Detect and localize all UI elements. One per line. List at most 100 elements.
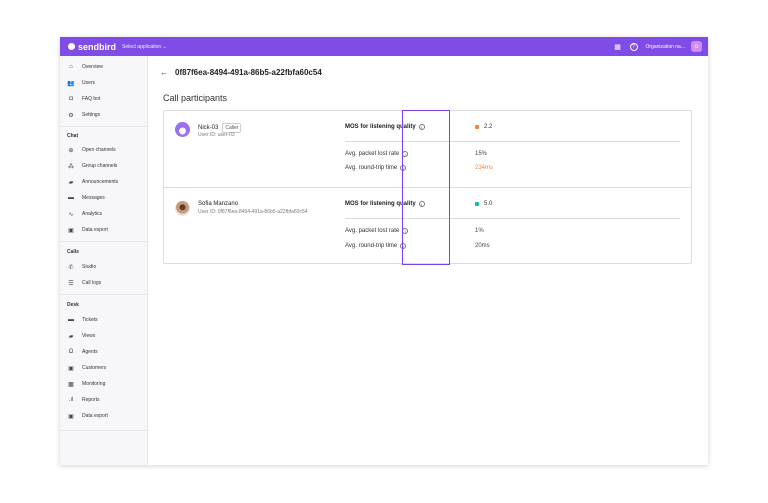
bar-chart-icon: .ıl: [68, 397, 74, 403]
application-selector[interactable]: Select application ⌄: [122, 44, 167, 50]
sidebar-item-data-export[interactable]: ▣ Data export: [60, 224, 148, 236]
bot-icon: ◘: [69, 96, 73, 102]
sidebar-item-analytics[interactable]: ∿ Analytics: [60, 208, 148, 220]
sidebar-item-label: Open channels: [82, 147, 116, 153]
packet-lost-label: Avg. packet lost rate i: [345, 151, 409, 157]
sidebar-item-label: Agents: [82, 349, 98, 355]
participant-name-text: Sofia Manzano: [198, 201, 239, 207]
analytics-icon: ∿: [68, 211, 74, 218]
mos-value: 2.2: [475, 124, 492, 130]
sidebar-item-monitoring[interactable]: ▩ Monitoring: [60, 378, 148, 390]
brand-name: sendbird: [78, 41, 117, 52]
sidebar-item-label: Studio: [82, 264, 97, 270]
round-trip-value: 234ms: [475, 165, 494, 171]
sidebar-item-label: Call logs: [82, 280, 102, 286]
sidebar-item-label: Analytics: [82, 211, 103, 217]
sidebar-item-label: Data export: [82, 413, 108, 419]
sidebar-divider: [60, 430, 148, 431]
organization-name[interactable]: Organization na...: [646, 44, 685, 50]
breadcrumb: ← 0f87f6ea-8494-491a-86b5-a22fbfa60c54: [160, 68, 322, 77]
packet-lost-label-text: Avg. packet lost rate: [345, 228, 400, 234]
sidebar-divider: [60, 126, 148, 127]
sidebar-item-customers[interactable]: ▣ Customers: [60, 362, 148, 374]
topbar-actions: ▦ ? Organization na... ☺: [614, 37, 702, 56]
list-icon: ☰: [68, 280, 74, 287]
participant-user-id: User ID: user-03: [198, 132, 235, 138]
round-trip-label: Avg. round-trip time i: [345, 165, 407, 171]
home-icon: ⌂: [69, 64, 73, 70]
export-icon: ▣: [68, 413, 74, 420]
sidebar-section-calls: Calls: [67, 249, 79, 255]
help-icon[interactable]: ?: [629, 42, 638, 51]
sidebar-item-call-logs[interactable]: ☰ Call logs: [60, 277, 148, 289]
participant-name: Sofia Manzano: [198, 201, 238, 207]
arrow-left-icon[interactable]: ←: [160, 68, 168, 77]
packet-lost-value: 15%: [475, 151, 488, 157]
sidebar-item-label: Reports: [82, 397, 100, 403]
mos-value-text: 2.2: [484, 124, 493, 130]
monitor-icon: ▩: [68, 381, 74, 388]
sidebar-item-users[interactable]: 👥 Users: [60, 77, 148, 89]
sidebar-item-faq-bot[interactable]: ◘ FAQ bot: [60, 93, 148, 105]
sidebar-item-label: Group channels: [82, 163, 118, 169]
sidebar: ⌂ Overview 👥 Users ◘ FAQ bot ⚙ Settings …: [60, 56, 148, 465]
group-channels-icon: ⁂: [68, 163, 74, 170]
avatar: [175, 201, 190, 216]
round-trip-label-text: Avg. round-trip time: [345, 243, 398, 249]
sidebar-item-desk-data-export[interactable]: ▣ Data export: [60, 410, 148, 422]
sidebar-section-chat: Chat: [67, 133, 79, 139]
sidebar-item-studio[interactable]: ✆ Studio: [60, 261, 148, 273]
headset-icon: Ω: [68, 349, 74, 355]
megaphone-icon: ▰: [68, 179, 74, 186]
sidebar-item-label: Customers: [82, 365, 107, 371]
sidebar-item-overview[interactable]: ⌂ Overview: [60, 61, 148, 73]
sidebar-item-label: Views: [82, 333, 96, 339]
sidebar-item-tickets[interactable]: ▬ Tickets: [60, 314, 148, 326]
mos-value-text: 5.0: [484, 201, 493, 207]
grid-icon[interactable]: ▦: [614, 43, 622, 51]
sidebar-item-label: Users: [82, 80, 96, 86]
sidebar-item-label: Overview: [82, 64, 103, 70]
sidebar-item-label: Messages: [82, 195, 105, 201]
app-window: sendbird Select application ⌄ ▦ ? Organi…: [60, 37, 708, 465]
open-channels-icon: ⊕: [68, 147, 74, 154]
sidebar-item-views[interactable]: ▰ Views: [60, 330, 148, 342]
sidebar-item-label: Announcements: [82, 179, 119, 185]
customer-icon: ▣: [68, 365, 74, 372]
sidebar-item-group-channels[interactable]: ⁂ Group channels: [60, 160, 148, 172]
highlight-box: [402, 110, 450, 265]
section-title: Call participants: [163, 93, 228, 103]
mos-value: 5.0: [475, 201, 492, 207]
sidebar-item-label: Tickets: [82, 317, 98, 323]
participant-user-id: User ID: 0f87f6ea-8494-491a-86b5-a22fbfa…: [198, 209, 308, 215]
sidebar-divider: [60, 241, 148, 242]
sidebar-section-desk: Desk: [67, 302, 79, 308]
ticket-icon: ▬: [68, 317, 74, 323]
gear-icon: ⚙: [68, 112, 74, 119]
row-separator: [345, 218, 680, 219]
sidebar-item-open-channels[interactable]: ⊕ Open channels: [60, 144, 148, 156]
round-trip-label-text: Avg. round-trip time: [345, 165, 398, 171]
sidebar-item-label: Monitoring: [82, 381, 106, 387]
top-bar: sendbird Select application ⌄ ▦ ? Organi…: [60, 37, 708, 56]
sidebar-item-announcements[interactable]: ▰ Announcements: [60, 176, 148, 188]
round-trip-label: Avg. round-trip time i: [345, 243, 407, 249]
mos-status-dot: [475, 125, 479, 129]
export-icon: ▣: [68, 227, 74, 234]
sidebar-divider: [60, 294, 148, 295]
avatar: [175, 122, 190, 137]
page-title: 0f87f6ea-8494-491a-86b5-a22fbfa60c54: [175, 68, 322, 77]
user-avatar-icon[interactable]: ☺: [691, 41, 702, 52]
packet-lost-label-text: Avg. packet lost rate: [345, 151, 400, 157]
sidebar-item-messages[interactable]: ▬ Messages: [60, 192, 148, 204]
sendbird-logo[interactable]: sendbird: [68, 42, 116, 52]
row-separator: [345, 141, 680, 142]
participant-name-text: Nick-03: [198, 125, 219, 131]
views-icon: ▰: [68, 333, 74, 340]
sidebar-item-agents[interactable]: Ω Agents: [60, 346, 148, 358]
round-trip-value: 20ms: [475, 243, 490, 249]
mos-status-dot: [475, 202, 479, 206]
sidebar-item-label: Data export: [82, 227, 108, 233]
sidebar-item-settings[interactable]: ⚙ Settings: [60, 109, 148, 121]
sidebar-item-reports[interactable]: .ıl Reports: [60, 394, 148, 406]
